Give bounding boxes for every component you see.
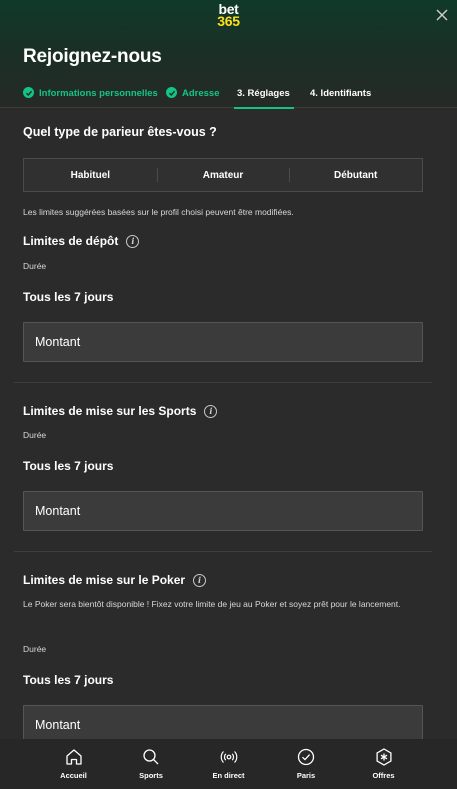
section-title-text: Limites de mise sur les Sports [23, 404, 197, 418]
divider [14, 382, 432, 383]
poker-duration-label: Durée [23, 644, 47, 654]
nav-paris[interactable]: Paris [276, 747, 336, 789]
step-label: Informations personnelles [39, 88, 158, 99]
profile-note: Les limites suggérées basées sur le prof… [23, 207, 294, 217]
nav-accueil[interactable]: Accueil [44, 747, 104, 789]
poker-limits-title: Limites de mise sur le Poker i [23, 573, 207, 587]
offers-badge-icon [375, 748, 392, 766]
close-icon[interactable] [433, 6, 451, 24]
check-circle-icon [297, 748, 315, 766]
step-settings[interactable]: 3. Réglages [234, 88, 294, 109]
check-icon [23, 87, 34, 98]
bet365-logo[interactable]: bet 365 [0, 2, 457, 29]
nav-label: Paris [296, 771, 316, 780]
nav-sports[interactable]: Sports [121, 747, 181, 789]
deposit-limits-title: Limites de dépôt i [23, 234, 140, 248]
bettor-type-question: Quel type de parieur êtes-vous ? [23, 125, 217, 139]
poker-period[interactable]: Tous les 7 jours [23, 673, 113, 687]
info-icon[interactable]: i [193, 573, 207, 587]
logo-line2: 365 [217, 13, 240, 29]
header: bet 365 Rejoignez-nous Informations pers… [0, 0, 457, 109]
option-habituel[interactable]: Habituel [24, 159, 157, 191]
sports-limits-title: Limites de mise sur les Sports i [23, 404, 218, 418]
nav-label: Offres [372, 771, 395, 780]
divider [14, 551, 432, 552]
nav-offres[interactable]: Offres [354, 747, 414, 789]
info-icon[interactable]: i [204, 404, 218, 418]
step-label: 3. Réglages [237, 88, 290, 99]
bottom-nav: Accueil Sports En direct Paris Offres [0, 739, 457, 789]
live-broadcast-icon [220, 751, 237, 763]
step-personal-info[interactable]: Informations personnelles [23, 87, 158, 108]
nav-en-direct[interactable]: En direct [199, 747, 259, 789]
deposit-amount-input[interactable]: Montant [23, 322, 423, 362]
info-icon[interactable]: i [126, 234, 140, 248]
search-icon [143, 749, 159, 765]
nav-label: En direct [212, 771, 245, 780]
sports-amount-input[interactable]: Montant [23, 491, 423, 531]
step-label: Adresse [182, 88, 220, 99]
bettor-type-selector: Habituel Amateur Débutant [23, 158, 423, 192]
sports-duration-label: Durée [23, 430, 47, 440]
nav-label: Accueil [60, 771, 87, 780]
step-credentials[interactable]: 4. Identifiants [310, 88, 371, 108]
option-debutant[interactable]: Débutant [289, 159, 422, 191]
nav-label: Sports [139, 771, 163, 780]
registration-steps: Informations personnelles Adresse 3. Rég… [23, 87, 443, 109]
sports-period[interactable]: Tous les 7 jours [23, 459, 113, 473]
section-title-text: Limites de dépôt [23, 234, 119, 248]
poker-note: Le Poker sera bientôt disponible ! Fixez… [23, 599, 401, 609]
step-address[interactable]: Adresse [166, 87, 220, 108]
section-title-text: Limites de mise sur le Poker [23, 573, 186, 587]
deposit-duration-label: Durée [23, 261, 47, 271]
option-amateur[interactable]: Amateur [156, 159, 290, 191]
deposit-period[interactable]: Tous les 7 jours [23, 290, 113, 304]
check-icon [166, 87, 177, 98]
home-icon [65, 749, 82, 765]
page-title: Rejoignez-nous [23, 46, 162, 67]
step-label: 4. Identifiants [310, 88, 372, 99]
